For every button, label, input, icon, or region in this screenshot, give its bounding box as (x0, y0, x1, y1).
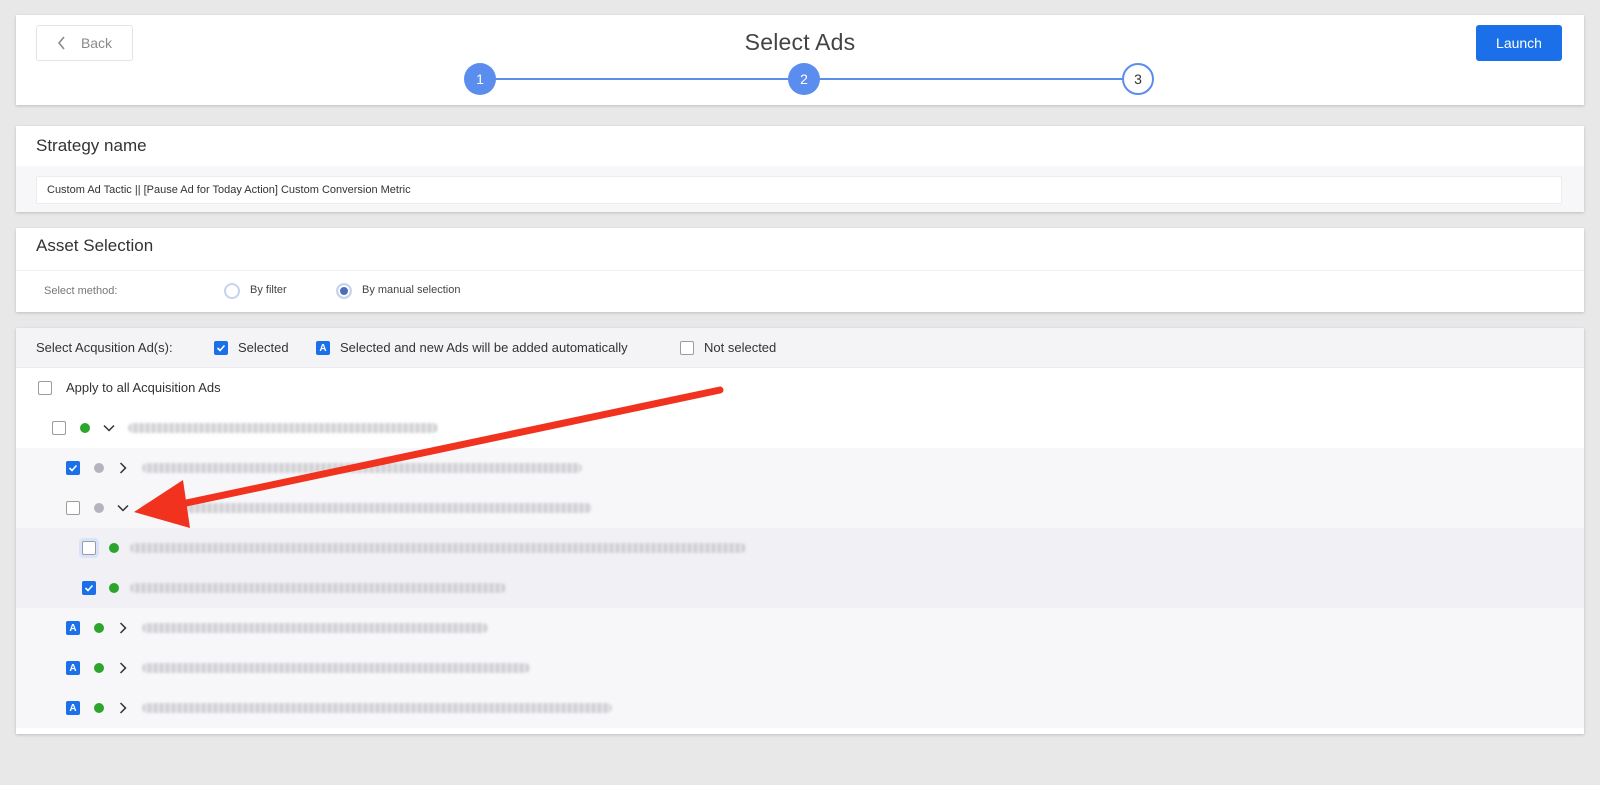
radio-by-manual-selection[interactable] (336, 283, 352, 299)
status-dot (94, 703, 104, 713)
redacted-ad-name (142, 463, 582, 473)
row-checkbox[interactable] (52, 421, 66, 435)
status-dot (109, 543, 119, 553)
tree-row: A (16, 608, 1584, 648)
asset-selection-card: Asset Selection Select method: By filter… (16, 228, 1584, 312)
chevron-down-icon[interactable] (102, 421, 116, 435)
row-checkbox[interactable]: A (66, 701, 80, 715)
row-checkbox[interactable] (82, 541, 96, 555)
select-ads-label: Select Acqusition Ad(s): (36, 340, 173, 355)
chevron-down-icon[interactable] (116, 501, 130, 515)
status-dot (94, 503, 104, 513)
redacted-ad-name (130, 583, 506, 593)
legend-selected-checkbox (214, 341, 228, 355)
launch-button[interactable]: Launch (1476, 25, 1562, 61)
row-checkbox[interactable]: A (66, 621, 80, 635)
status-dot (94, 663, 104, 673)
step-3[interactable]: 3 (1122, 63, 1154, 95)
redacted-ad-name (130, 543, 746, 553)
legend-not-selected-label: Not selected (704, 340, 777, 355)
strategy-card: Strategy name (16, 126, 1584, 212)
strategy-name-input[interactable] (36, 176, 1562, 204)
check-icon (216, 344, 226, 352)
check-icon (68, 464, 78, 472)
status-dot (80, 423, 90, 433)
step-connector (480, 78, 814, 80)
page-title: Select Ads (744, 29, 856, 55)
header-bar: Back Select Ads 1 2 3 Launch (16, 15, 1584, 105)
redacted-ad-name (142, 503, 592, 513)
row-checkbox[interactable] (66, 461, 80, 475)
tree-row: A (16, 688, 1584, 728)
status-dot (94, 463, 104, 473)
redacted-ad-name (142, 623, 488, 633)
select-method-row: Select method: By filter By manual selec… (16, 270, 1584, 312)
status-dot (109, 583, 119, 593)
row-checkbox[interactable] (82, 581, 96, 595)
redacted-ad-name (142, 703, 612, 713)
chevron-right-icon[interactable] (116, 621, 130, 635)
tree-row (16, 568, 1584, 608)
select-method-label: Select method: (44, 285, 118, 297)
check-icon (84, 584, 94, 592)
chevron-right-icon[interactable] (116, 701, 130, 715)
legend-auto-checkbox: A (316, 341, 330, 355)
tree-row: A (16, 648, 1584, 688)
stepper: 1 2 3 (464, 63, 1176, 95)
status-dot (94, 623, 104, 633)
apply-all-checkbox[interactable] (38, 381, 52, 395)
tree-row (16, 528, 1584, 568)
radio-by-filter-label[interactable]: By filter (250, 284, 287, 296)
step-2[interactable]: 2 (788, 63, 820, 95)
radio-by-filter[interactable] (224, 283, 240, 299)
step-connector (814, 78, 1148, 80)
step-1[interactable]: 1 (464, 63, 496, 95)
tree-row (16, 408, 1584, 448)
redacted-ad-name (128, 423, 438, 433)
apply-all-label: Apply to all Acquisition Ads (66, 380, 221, 395)
tree-row (16, 448, 1584, 488)
legend-not-selected-checkbox (680, 341, 694, 355)
legend-row: Select Acqusition Ad(s): Selected A Sele… (16, 328, 1584, 368)
row-checkbox[interactable] (66, 501, 80, 515)
tree-row (16, 488, 1584, 528)
legend-auto-label: Selected and new Ads will be added autom… (340, 340, 628, 355)
apply-all-row: Apply to all Acquisition Ads (16, 368, 1584, 408)
legend-selected-label: Selected (238, 340, 289, 355)
strategy-title: Strategy name (36, 136, 147, 155)
row-checkbox[interactable]: A (66, 661, 80, 675)
asset-selection-title: Asset Selection (36, 236, 154, 255)
ad-tree-card: Select Acqusition Ad(s): Selected A Sele… (16, 328, 1584, 734)
chevron-right-icon[interactable] (116, 461, 130, 475)
redacted-ad-name (142, 663, 530, 673)
chevron-right-icon[interactable] (116, 661, 130, 675)
radio-by-manual-selection-label[interactable]: By manual selection (362, 284, 460, 296)
